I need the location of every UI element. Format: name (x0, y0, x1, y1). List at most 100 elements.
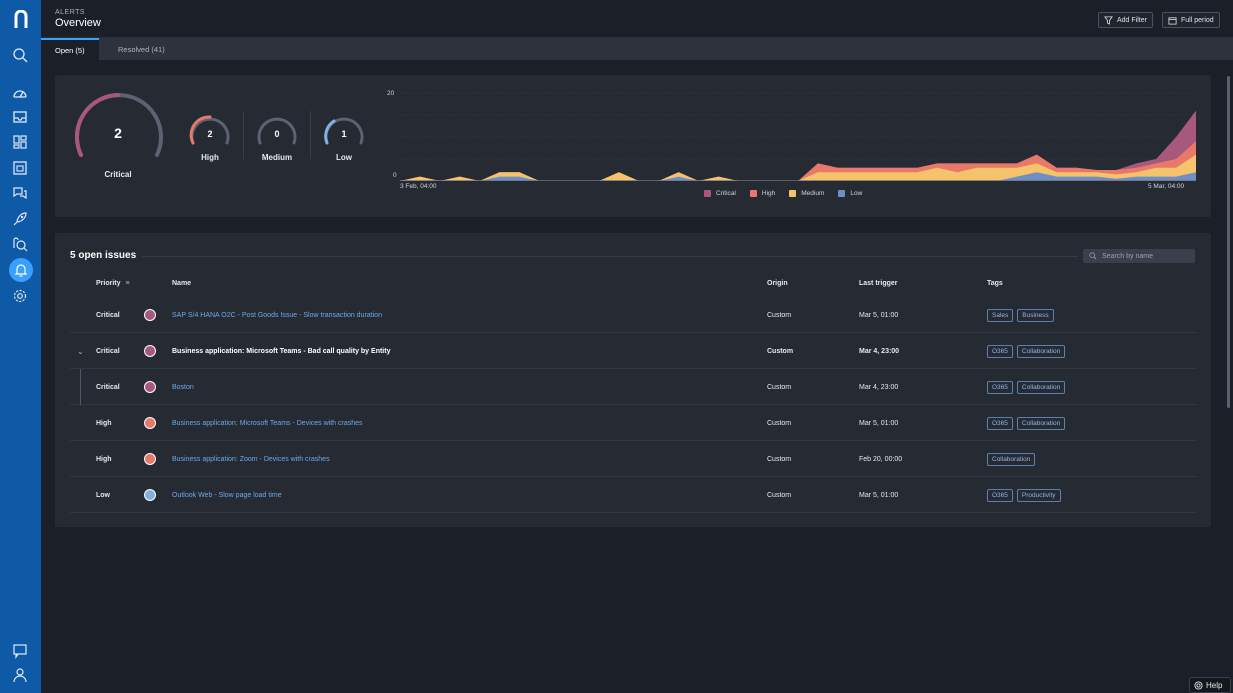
legend-item-critical[interactable]: Critical (704, 190, 736, 197)
issue-name-link[interactable]: SAP S/4 HANA O2C - Post Goods Issue - Sl… (172, 297, 382, 333)
gauge-icon[interactable] (8, 82, 32, 104)
issue-name-link[interactable]: Business application: Microsoft Teams - … (172, 405, 363, 441)
tag-badge[interactable]: Sales (987, 308, 1014, 322)
tag-badge[interactable]: Productivity (1016, 488, 1061, 502)
nexthink-logo-icon[interactable] (0, 0, 41, 38)
table-row[interactable]: Critical SAP S/4 HANA O2C - Post Goods Is… (70, 297, 1196, 333)
summary-card: 2 Critical 2 High 0 Medium 1 Low 20 0 3 … (55, 75, 1211, 217)
table-row[interactable]: High Business application: Microsoft Team… (70, 405, 1196, 441)
legend-item-medium[interactable]: Medium (789, 190, 824, 197)
dashboard-icon[interactable] (8, 131, 32, 153)
priority-dot-icon (144, 417, 156, 429)
chart-legend: Critical High Medium Low (704, 190, 862, 197)
table-row[interactable]: ⌄ Critical Business application: Microsoft… (70, 333, 1196, 369)
add-filter-label: Add Filter (1117, 16, 1147, 24)
legend-swatch (704, 190, 711, 197)
legend-swatch (789, 190, 797, 197)
legend-swatch (838, 190, 846, 197)
priority-cell: Critical (96, 347, 120, 355)
feedback-icon[interactable] (8, 640, 32, 662)
filter-icon (1104, 15, 1113, 25)
tab-resolved[interactable]: Resolved (41) (104, 38, 179, 60)
calendar-icon[interactable] (8, 157, 32, 179)
tag-badge[interactable]: O365 (987, 344, 1013, 358)
tab-bar: Open (5) Resolved (41) (41, 38, 1233, 60)
alerts-area-chart (400, 92, 1196, 181)
gear-icon[interactable] (8, 285, 32, 307)
tag-badge[interactable]: O365 (987, 416, 1013, 430)
x-tick-label: 5 Mar, 04:00 (1148, 183, 1185, 190)
legend-label: Medium (801, 190, 825, 197)
issue-name-link[interactable]: Boston (172, 369, 194, 405)
y-tick-label: 20 (387, 90, 395, 97)
search-placeholder: Search by name (1102, 252, 1153, 260)
priority-dot-icon (144, 453, 156, 465)
chevron-down-icon[interactable]: ⌄ (77, 333, 84, 369)
issue-name-link[interactable]: Business application: Zoom - Devices wit… (172, 441, 330, 477)
priority-cell: High (96, 455, 112, 463)
column-header-last-trigger[interactable]: Last trigger (859, 280, 898, 287)
medium-count: 0 (274, 129, 280, 139)
last-trigger-cell: Mar 5, 01:00 (859, 491, 899, 499)
table-row[interactable]: Critical Boston Custom Mar 4, 23:00 O365 Coll… (70, 369, 1196, 405)
tab-open[interactable]: Open (5) (41, 38, 99, 60)
issue-name-link[interactable]: Business application: Microsoft Teams - … (172, 333, 390, 369)
tags-cell: O365 Productivity (987, 477, 1061, 513)
investigate-icon[interactable] (8, 233, 32, 255)
legend-item-low[interactable]: Low (838, 190, 862, 197)
column-header-priority[interactable]: Priority ≡ (96, 280, 130, 287)
legend-swatch (749, 190, 757, 197)
legend-label: Critical (716, 190, 736, 197)
user-icon[interactable] (8, 664, 32, 686)
app-root: ALERTS Overview Add Filter Full period O… (0, 0, 1233, 693)
rocket-icon[interactable] (8, 208, 32, 230)
priority-cell: Low (96, 491, 110, 499)
search-icon (1089, 252, 1097, 260)
medium-label: Medium (261, 153, 293, 162)
priority-cell: Critical (96, 383, 120, 391)
bell-icon[interactable] (9, 258, 33, 282)
inbox-icon[interactable] (8, 106, 32, 128)
calendar-small-icon (1168, 16, 1177, 25)
tag-badge[interactable]: Collaboration (1016, 380, 1066, 394)
tag-badge[interactable]: O365 (987, 488, 1013, 502)
search-icon[interactable] (8, 44, 32, 66)
column-header-tags[interactable]: Tags (987, 280, 1003, 287)
tag-badge[interactable]: Collaboration (1016, 344, 1066, 358)
tag-badge[interactable]: O365 (987, 380, 1013, 394)
low-count: 1 (341, 129, 347, 139)
origin-cell: Custom (767, 311, 792, 319)
tags-cell: O365 Collaboration (987, 405, 1066, 441)
full-period-button[interactable]: Full period (1162, 12, 1220, 28)
legend-label: High (761, 190, 776, 197)
search-input[interactable]: Search by name (1083, 249, 1195, 263)
child-indent-bar (80, 369, 81, 405)
column-header-name[interactable]: Name (172, 280, 191, 287)
breadcrumb[interactable]: ALERTS (55, 9, 85, 16)
table-row[interactable]: Low Outlook Web - Slow page load time Cust… (70, 477, 1196, 513)
sort-icon[interactable]: ≡ (125, 280, 129, 287)
x-tick-label: 3 Feb, 04:00 (400, 183, 437, 190)
priority-header-label: Priority (96, 280, 121, 287)
last-trigger-cell: Mar 4, 23:00 (859, 347, 900, 355)
last-trigger-cell: Mar 4, 23:00 (859, 383, 899, 391)
table-row[interactable]: High Business application: Zoom - Devices… (70, 441, 1196, 477)
chat-icon[interactable] (8, 182, 32, 204)
divider (310, 111, 311, 159)
left-nav-rail (0, 0, 41, 693)
issue-name-link[interactable]: Outlook Web - Slow page load time (172, 477, 282, 513)
legend-item-high[interactable]: High (749, 190, 776, 197)
page-header: ALERTS Overview Add Filter Full period (41, 0, 1233, 38)
priority-dot-icon (144, 345, 156, 357)
tag-badge[interactable]: Collaboration (987, 452, 1036, 466)
column-header-origin[interactable]: Origin (767, 280, 788, 287)
origin-cell: Custom (767, 347, 794, 355)
help-button[interactable]: Help (1189, 677, 1231, 693)
tag-badge[interactable]: Business (1017, 308, 1054, 322)
high-label: High (201, 153, 219, 162)
add-filter-button[interactable]: Add Filter (1098, 12, 1153, 28)
scrollbar[interactable] (1227, 76, 1230, 408)
issues-title: 5 open issues (70, 250, 137, 261)
priority-cell: High (96, 419, 112, 427)
tag-badge[interactable]: Collaboration (1016, 416, 1066, 430)
